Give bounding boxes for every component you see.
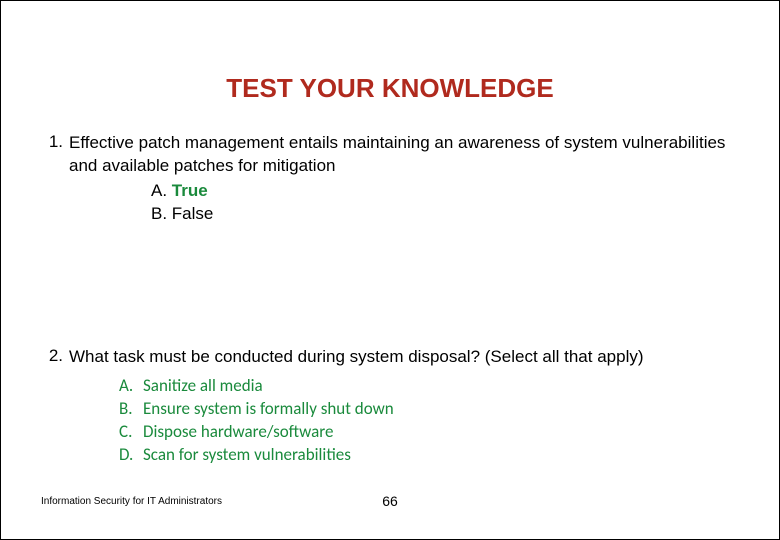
q2-option-c-label: C. <box>119 421 143 444</box>
q1-option-b: B. False <box>151 203 739 226</box>
q1-text: Effective patch management entails maint… <box>69 132 739 178</box>
q2-option-a-text: Sanitize all media <box>143 375 263 398</box>
q2-option-d-text: Scan for system vulnerabilities <box>143 444 351 467</box>
q2-option-d-label: D. <box>119 444 143 467</box>
q2-option-b-label: B. <box>119 398 143 421</box>
q2-number: 2. <box>41 346 69 366</box>
question-2: 2. What task must be conducted during sy… <box>41 346 739 467</box>
q2-options: A. Sanitize all media B. Ensure system i… <box>119 375 739 467</box>
page-number: 66 <box>382 493 398 509</box>
q1-option-b-text: False <box>172 204 214 223</box>
q1-option-a-text: True <box>172 181 208 200</box>
q2-option-b: B. Ensure system is formally shut down <box>119 398 739 421</box>
q1-number: 1. <box>41 132 69 152</box>
footer-text: Information Security for IT Administrato… <box>41 496 222 507</box>
slide-title: TEST YOUR KNOWLEDGE <box>1 73 779 104</box>
q2-option-a-label: A. <box>119 375 143 398</box>
q2-option-b-text: Ensure system is formally shut down <box>143 398 394 421</box>
q1-options: A. True B. False <box>151 180 739 226</box>
q1-option-a: A. True <box>151 180 739 203</box>
q2-option-c: C. Dispose hardware/software <box>119 421 739 444</box>
q2-text: What task must be conducted during syste… <box>69 346 739 369</box>
question-1: 1. Effective patch management entails ma… <box>41 132 739 226</box>
q1-option-b-label: B. <box>151 204 172 223</box>
q2-option-d: D. Scan for system vulnerabilities <box>119 444 739 467</box>
q2-option-c-text: Dispose hardware/software <box>143 421 333 444</box>
q1-option-a-label: A. <box>151 181 172 200</box>
q2-option-a: A. Sanitize all media <box>119 375 739 398</box>
